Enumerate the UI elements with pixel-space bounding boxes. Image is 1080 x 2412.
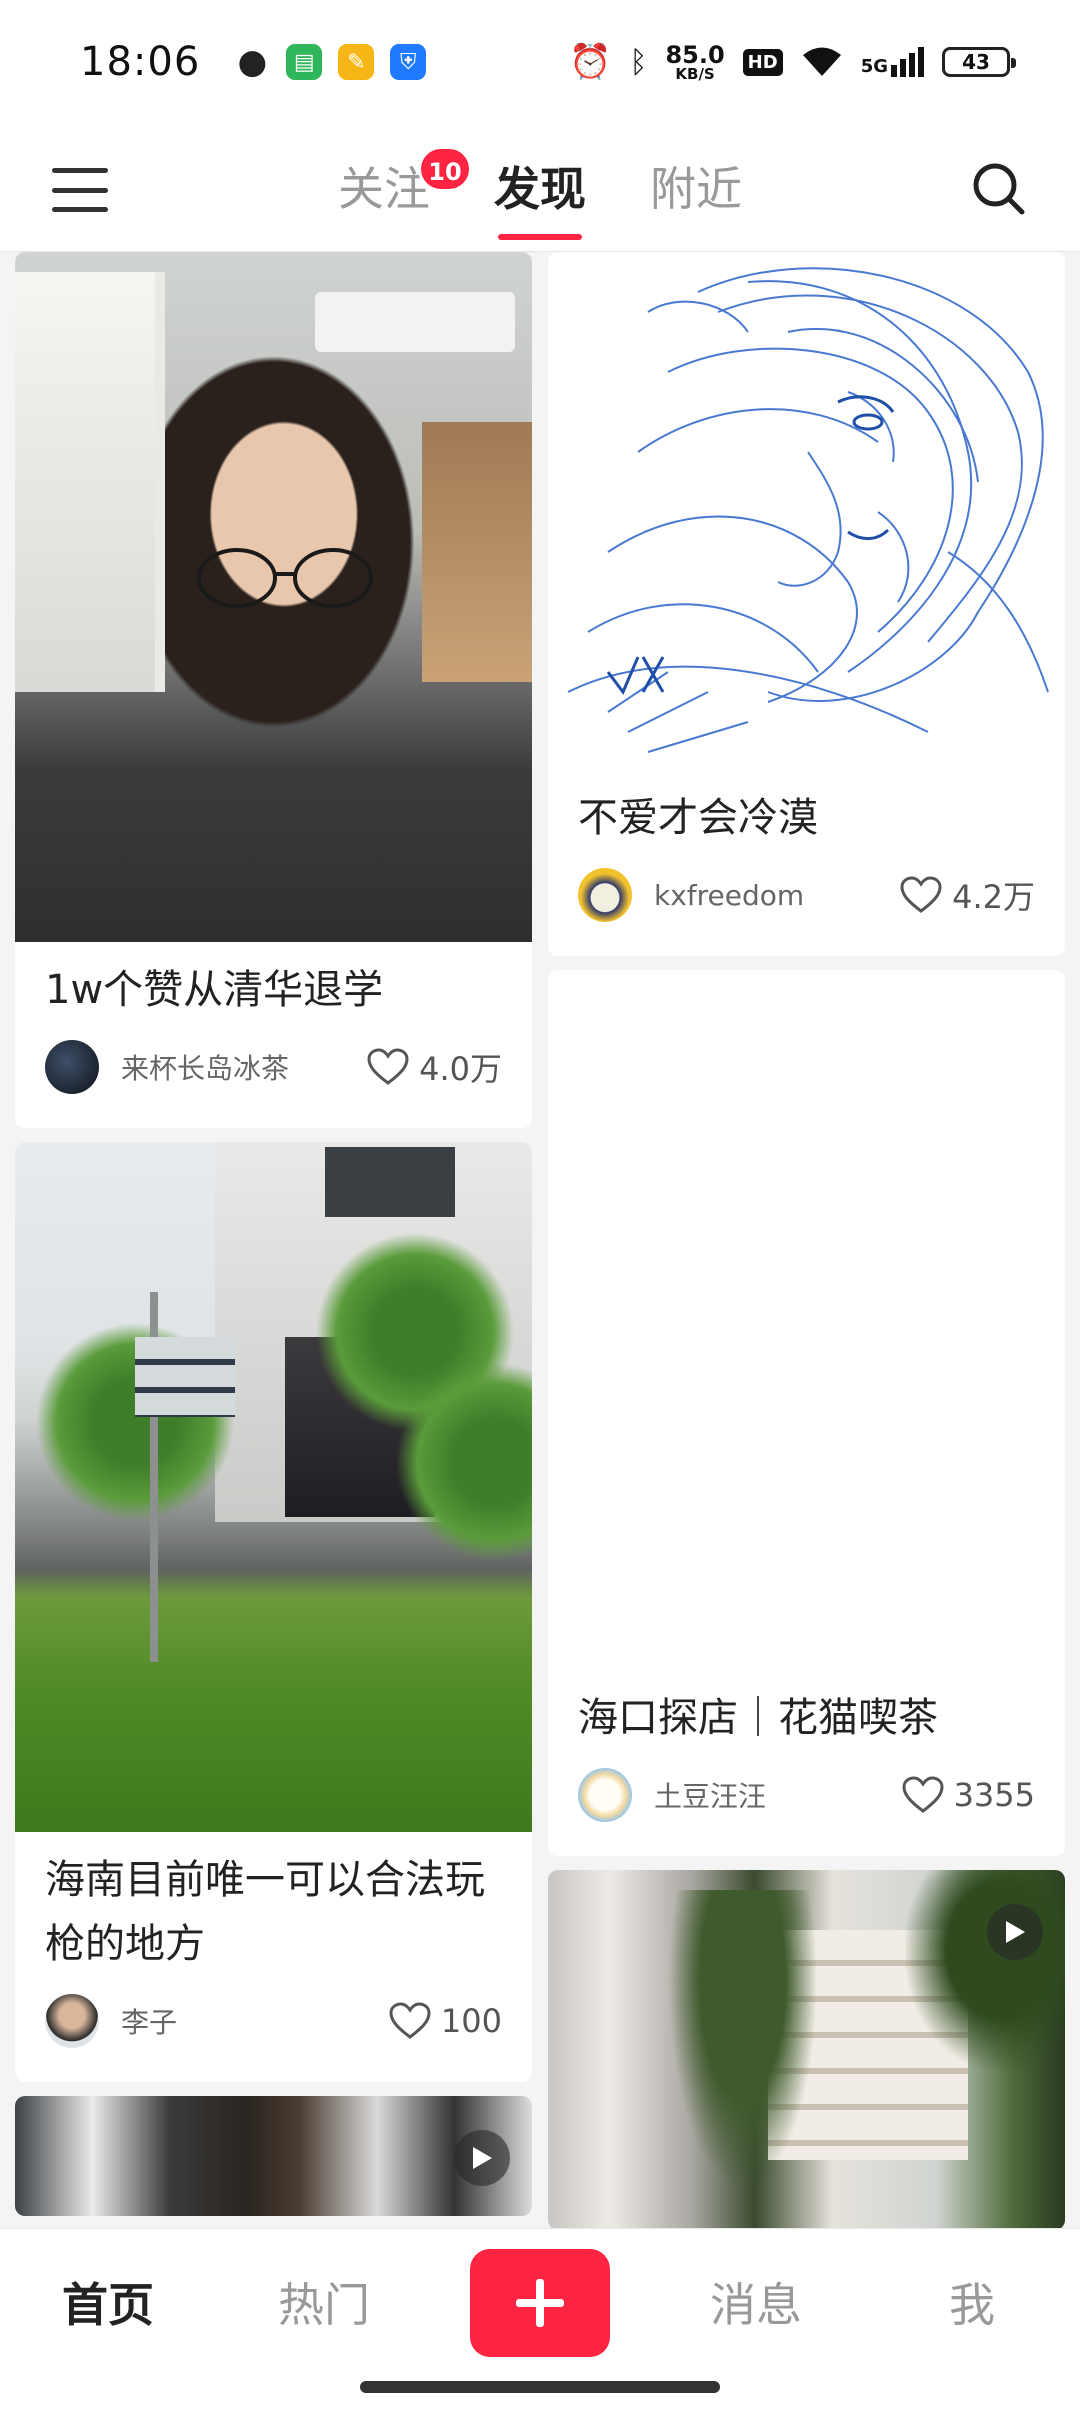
note-cover-image <box>548 970 1065 1670</box>
post-button[interactable] <box>470 2249 610 2357</box>
heart-icon <box>389 2002 431 2039</box>
status-bar: 18:06 ● ▤ ✎ ⛨ ⏰ ᛒ 85.0 KB/S HD 5G 43 <box>0 0 1080 124</box>
bottom-nav: 首页 热门 消息 我 <box>0 2228 1080 2412</box>
note-meta: 来杯长岛冰茶 4.0万 <box>15 1022 532 1128</box>
note-cover-image <box>15 1142 532 1832</box>
tab-following[interactable]: 关注 10 <box>334 146 472 224</box>
nav-trending[interactable]: 热门 <box>254 2269 394 2335</box>
note-meta: 土豆汪汪 3355 <box>548 1750 1065 1856</box>
nav-home[interactable]: 首页 <box>38 2269 178 2335</box>
avatar[interactable] <box>45 1040 99 1094</box>
top-nav: 关注 10 发现 附近 <box>0 124 1080 252</box>
note-cover-image <box>548 252 1065 770</box>
wechat-icon: ● <box>237 42 268 82</box>
note-title: 不爱才会冷漠 <box>578 795 818 841</box>
feed-tabs: 关注 10 发现 附近 <box>0 146 1080 240</box>
feed-column-right: 不爱才会冷漠 kxfreedom 4.2万 海口探店｜花猫喫茶 土豆汪汪 335… <box>548 252 1065 2228</box>
note-card[interactable] <box>548 1870 1065 2228</box>
note-title: 海口探店｜花猫喫茶 <box>578 1695 938 1741</box>
like-button[interactable]: 4.2万 <box>900 872 1035 918</box>
like-count: 3355 <box>953 1776 1035 1814</box>
play-icon <box>454 2130 510 2186</box>
bluetooth-icon: ᛒ <box>629 44 648 80</box>
note-card[interactable]: 1w个赞从清华退学 来杯长岛冰茶 4.0万 <box>15 252 532 1128</box>
play-icon <box>987 1904 1043 1960</box>
note-title: 1w个赞从清华退学 <box>45 967 384 1013</box>
like-button[interactable]: 3355 <box>902 1776 1035 1814</box>
security-icon: ⛨ <box>390 44 427 80</box>
like-count: 4.2万 <box>952 878 1035 916</box>
author-name[interactable]: 来杯长岛冰茶 <box>121 1047 367 1087</box>
tab-discover[interactable]: 发现 <box>490 154 590 240</box>
note-meta: 李子 100 <box>15 1976 532 2082</box>
note-card[interactable]: 海南目前唯一可以合法玩枪的地方 李子 100 <box>15 1142 532 2082</box>
plus-icon <box>516 2279 564 2327</box>
like-count: 4.0万 <box>419 1050 502 1088</box>
heart-icon <box>902 1776 944 1813</box>
avatar[interactable] <box>45 1994 99 2048</box>
feed[interactable]: 1w个赞从清华退学 来杯长岛冰茶 4.0万 海南目前唯一可以合法玩枪的地方 李子… <box>0 252 1080 2228</box>
note-cover-image <box>15 252 532 942</box>
like-button[interactable]: 100 <box>389 2002 502 2040</box>
nav-me[interactable]: 我 <box>902 2269 1042 2335</box>
note-cover-image <box>15 2096 532 2216</box>
heart-icon <box>900 876 942 913</box>
alarm-icon: ⏰ <box>569 42 612 82</box>
battery-icon: 43 <box>942 47 1016 77</box>
status-right: ⏰ ᛒ 85.0 KB/S HD 5G 43 <box>569 40 1016 83</box>
notification-badge: 10 <box>418 146 472 192</box>
home-indicator <box>360 2381 720 2393</box>
like-button[interactable]: 4.0万 <box>367 1044 502 1090</box>
wifi-icon <box>802 47 841 76</box>
tab-nearby[interactable]: 附近 <box>646 154 746 224</box>
heart-icon <box>367 1048 409 1085</box>
note-cover-image <box>548 1870 1065 2228</box>
feed-column-left: 1w个赞从清华退学 来杯长岛冰茶 4.0万 海南目前唯一可以合法玩枪的地方 李子… <box>15 252 532 2228</box>
nav-messages[interactable]: 消息 <box>686 2269 826 2335</box>
avatar[interactable] <box>578 868 632 922</box>
note-card[interactable]: 不爱才会冷漠 kxfreedom 4.2万 <box>548 252 1065 956</box>
notification-icons: ● ▤ ✎ ⛨ <box>234 42 427 82</box>
like-count: 100 <box>440 2002 502 2040</box>
messages-icon: ▤ <box>286 44 323 80</box>
avatar[interactable] <box>578 1768 632 1822</box>
net-speed: 85.0 KB/S <box>665 40 725 83</box>
hd-badge: HD <box>742 48 783 76</box>
author-name[interactable]: kxfreedom <box>654 879 900 912</box>
notes-icon: ✎ <box>338 44 375 80</box>
status-time: 18:06 <box>80 39 201 85</box>
author-name[interactable]: 土豆汪汪 <box>654 1775 902 1815</box>
signal-icon: 5G <box>861 47 924 77</box>
author-name[interactable]: 李子 <box>121 2001 389 2041</box>
note-title: 海南目前唯一可以合法玩枪的地方 <box>45 1857 485 1967</box>
search-icon[interactable] <box>970 160 1026 216</box>
note-meta: kxfreedom 4.2万 <box>548 850 1065 956</box>
note-card[interactable] <box>15 2096 532 2216</box>
note-card[interactable]: 海口探店｜花猫喫茶 土豆汪汪 3355 <box>548 970 1065 1856</box>
